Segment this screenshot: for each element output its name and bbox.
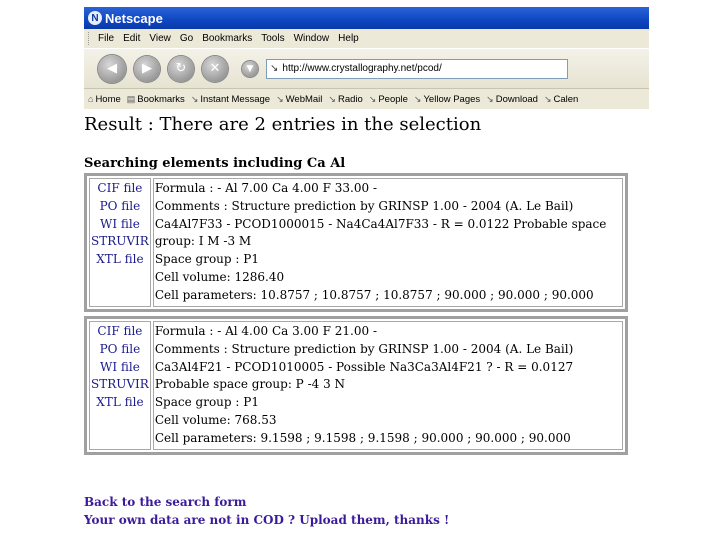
menu-help[interactable]: Help (338, 33, 359, 44)
bookmark-label: Yellow Pages (423, 93, 481, 105)
bookmark-instant-message[interactable]: ↘ Instant Message (191, 94, 270, 105)
back-to-search-link[interactable]: Back to the search form (84, 493, 449, 511)
bookmark-label: People (378, 93, 408, 105)
link-icon: ↘ (328, 93, 336, 104)
cell-parameters: Cell parameters: 9.1598 ; 9.1598 ; 9.159… (154, 430, 571, 445)
menu-file[interactable]: File (98, 33, 114, 44)
bookmark-bookmarks[interactable]: ▤ Bookmarks (127, 94, 185, 105)
forward-arrow-icon[interactable]: ▶ (134, 55, 160, 82)
bookmark-label: Radio (337, 93, 363, 105)
footer-links: Back to the search form Your own data ar… (84, 493, 449, 529)
menu-tools[interactable]: Tools (261, 33, 284, 44)
back-arrow-icon[interactable]: ◀ (98, 54, 126, 83)
bookmarks-toolbar: ⌂ Home ▤ Bookmarks ↘ Instant Message ↘ WebMa… (84, 89, 649, 109)
comments: Comments : Structure prediction by GRINS… (154, 341, 574, 392)
cif-file-link[interactable]: CIF file (91, 323, 149, 341)
entry-box: CIF file PO file WI file STRUVIR XTL fil… (84, 173, 628, 312)
link-icon: ↘ (486, 93, 494, 104)
comments: Comments : Structure prediction by GRINS… (154, 198, 607, 249)
bookmark-label: Download (495, 93, 538, 105)
bookmark-webmail[interactable]: ↘ WebMail (276, 94, 322, 105)
cell-volume: Cell volume: 1286.40 (154, 269, 285, 284)
bookmark-home[interactable]: ⌂ Home (88, 94, 121, 105)
po-file-link[interactable]: PO file (91, 198, 149, 216)
result-heading: Result : There are 2 entries in the sele… (84, 114, 482, 135)
browser-window: N Netscape File Edit View Go Bookmarks T… (84, 7, 649, 111)
menu-window[interactable]: Window (294, 33, 330, 44)
title-bar: N Netscape (84, 7, 649, 29)
wi-file-link[interactable]: WI file (91, 216, 149, 234)
bookmark-calendar[interactable]: ↘ Calen (544, 94, 578, 105)
entry-table: CIF file PO file WI file STRUVIR XTL fil… (87, 319, 625, 452)
page-content: Result : There are 2 entries in the sele… (84, 113, 644, 527)
navigation-toolbar: ◀ ▶ ↻ ✕ ▼ ↘ http://www.crystallography.n… (84, 48, 649, 89)
po-file-link[interactable]: PO file (91, 341, 149, 359)
formula: Formula : - Al 7.00 Ca 4.00 F 33.00 - (154, 181, 377, 195)
bookmark-download[interactable]: ↘ Download (486, 94, 538, 105)
cell-parameters: Cell parameters: 10.8757 ; 10.8757 ; 10.… (154, 287, 594, 302)
menu-bar: File Edit View Go Bookmarks Tools Window… (84, 29, 649, 48)
upload-data-link[interactable]: Your own data are not in COD ? Upload th… (84, 511, 449, 529)
xtl-file-link[interactable]: XTL file (91, 251, 149, 269)
formula: Formula : - Al 4.00 Ca 3.00 F 21.00 - (154, 324, 377, 338)
entry-table: CIF file PO file WI file STRUVIR XTL fil… (87, 176, 625, 309)
link-icon: ↘ (413, 93, 422, 104)
page-icon: ↘ (270, 63, 279, 74)
menu-view[interactable]: View (149, 33, 171, 44)
file-links-cell: CIF file PO file WI file STRUVIR XTL fil… (89, 321, 151, 450)
stop-icon[interactable]: ✕ (202, 55, 228, 82)
url-bar[interactable]: ↘ http://www.crystallography.net/pcod/ (266, 58, 568, 79)
wi-file-link[interactable]: WI file (91, 359, 149, 377)
reload-icon[interactable]: ↻ (168, 55, 194, 82)
cif-file-link[interactable]: CIF file (91, 180, 149, 198)
window-title: Netscape (105, 10, 163, 26)
toolbar-grip[interactable] (88, 32, 92, 45)
bookmark-radio[interactable]: ↘ Radio (328, 94, 362, 105)
link-icon: ↘ (276, 93, 284, 104)
bookmark-label: Home (95, 93, 121, 105)
link-icon: ↘ (543, 93, 552, 104)
bookmark-label: Bookmarks (137, 93, 185, 105)
bookmark-icon: ▤ (126, 93, 136, 104)
search-description: Searching elements including Ca Al (84, 156, 346, 171)
entry-info-cell: Formula : - Al 4.00 Ca 3.00 F 21.00 - Co… (152, 321, 623, 450)
file-links-cell: CIF file PO file WI file STRUVIR XTL fil… (89, 178, 151, 307)
bookmark-label: Instant Message (200, 93, 271, 105)
struvir-file-link[interactable]: STRUVIR (91, 376, 149, 394)
home-icon: ⌂ (88, 94, 94, 104)
bookmark-label: WebMail (285, 93, 323, 105)
space-group: Space group : P1 (154, 395, 259, 410)
entry-box: CIF file PO file WI file STRUVIR XTL fil… (84, 316, 628, 455)
struvir-file-link[interactable]: STRUVIR (91, 233, 149, 251)
link-icon: ↘ (190, 93, 199, 104)
entry-info-cell: Formula : - Al 7.00 Ca 4.00 F 33.00 - Co… (152, 178, 623, 307)
menu-bookmarks[interactable]: Bookmarks (202, 33, 252, 44)
menu-go[interactable]: Go (180, 33, 193, 44)
bookmark-label: Calen (553, 93, 579, 105)
link-icon: ↘ (368, 93, 377, 104)
netscape-logo-icon: N (88, 11, 102, 25)
bookmark-people[interactable]: ↘ People (369, 94, 408, 105)
bookmark-yellow-pages[interactable]: ↘ Yellow Pages (414, 94, 480, 105)
xtl-file-link[interactable]: XTL file (91, 394, 149, 412)
chevron-down-icon[interactable]: ▼ (242, 60, 258, 77)
cell-volume: Cell volume: 768.53 (154, 412, 277, 427)
space-group: Space group : P1 (154, 252, 259, 267)
menu-edit[interactable]: Edit (123, 33, 140, 44)
url-text[interactable]: http://www.crystallography.net/pcod/ (282, 63, 441, 74)
